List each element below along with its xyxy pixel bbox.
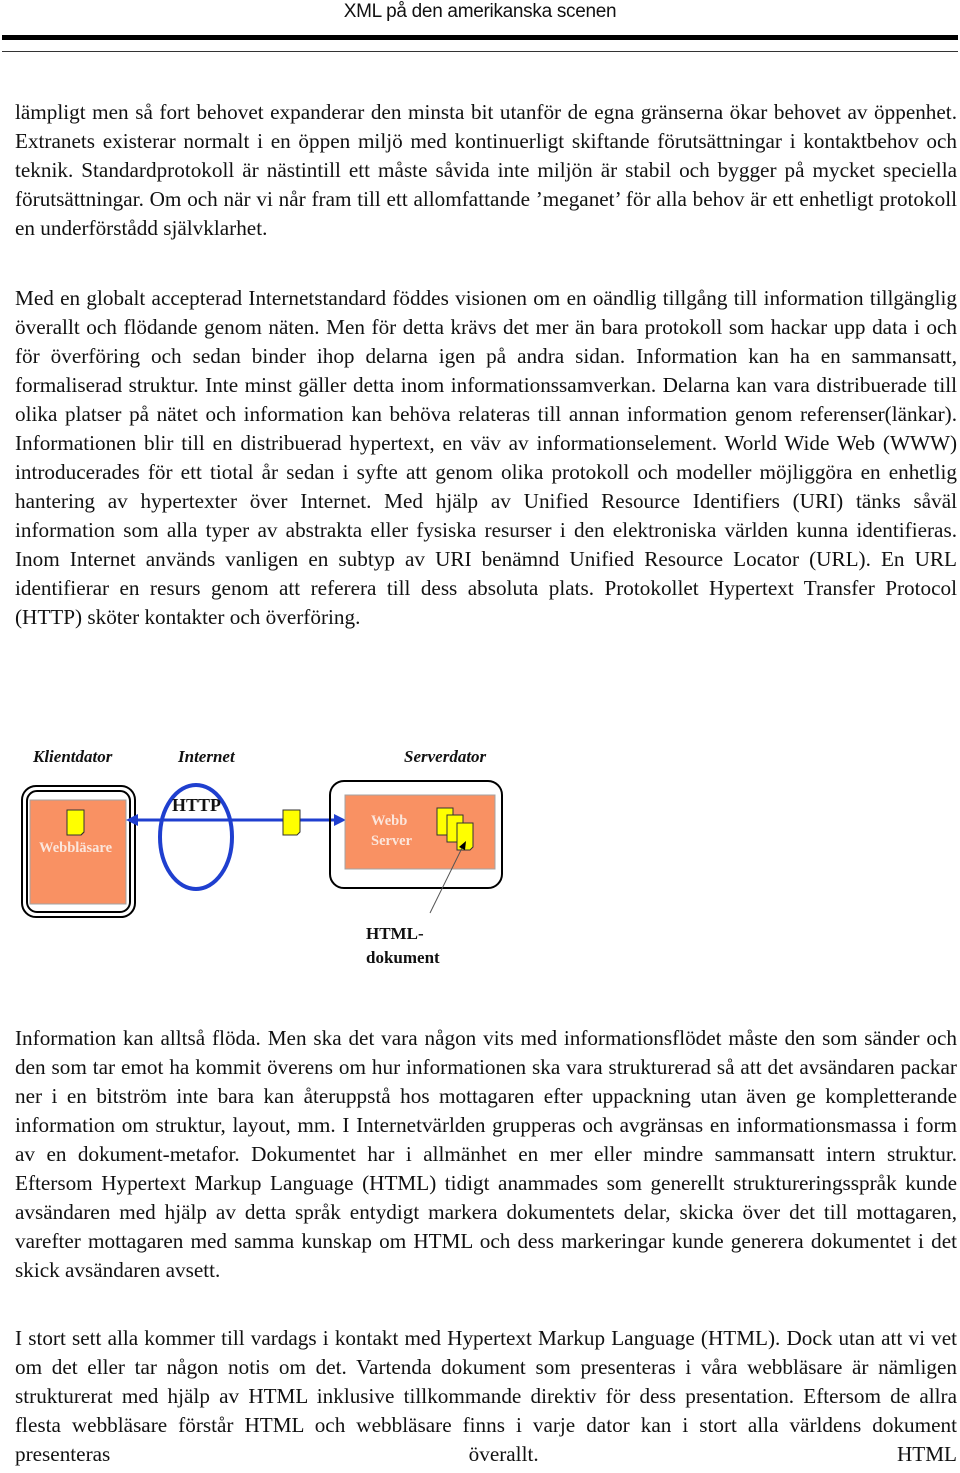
web-server-label-line1: Webb: [371, 813, 408, 829]
document-icon: [66, 809, 85, 836]
paragraph-internet-standard: Med en globalt accepterad Internetstanda…: [15, 286, 957, 629]
label-internet: Internet: [178, 747, 235, 766]
paragraph-html-everyday: I stort sett alla kommer till vardags i …: [15, 1326, 957, 1466]
document-icon: [282, 809, 301, 836]
arrow-left-icon: [126, 814, 138, 826]
http-protocol-label: HTTP: [172, 795, 222, 815]
browser-label: Webbläsare: [39, 840, 113, 856]
web-server-label-line2: Server: [371, 833, 413, 849]
html-document-callout-line2: dokument: [366, 948, 440, 967]
html-document-callout-line1: HTML-: [366, 924, 424, 943]
paragraph-extranets: lämpligt men så fort behovet expanderar …: [15, 100, 957, 240]
label-server-computer: Serverdator: [404, 747, 487, 766]
client-server-diagram: Klientdator Internet Serverdator HTTP We…: [0, 735, 560, 975]
running-header-title: XML på den amerikanska scenen: [343, 1, 617, 22]
label-client-computer: Klientdator: [33, 747, 113, 766]
header-rule-thin: [2, 51, 958, 52]
header-rule-thick: [2, 35, 958, 40]
paragraph-information-flow: Information kan alltså flöda. Men ska de…: [15, 1026, 957, 1282]
arrow-right-icon: [334, 814, 346, 826]
